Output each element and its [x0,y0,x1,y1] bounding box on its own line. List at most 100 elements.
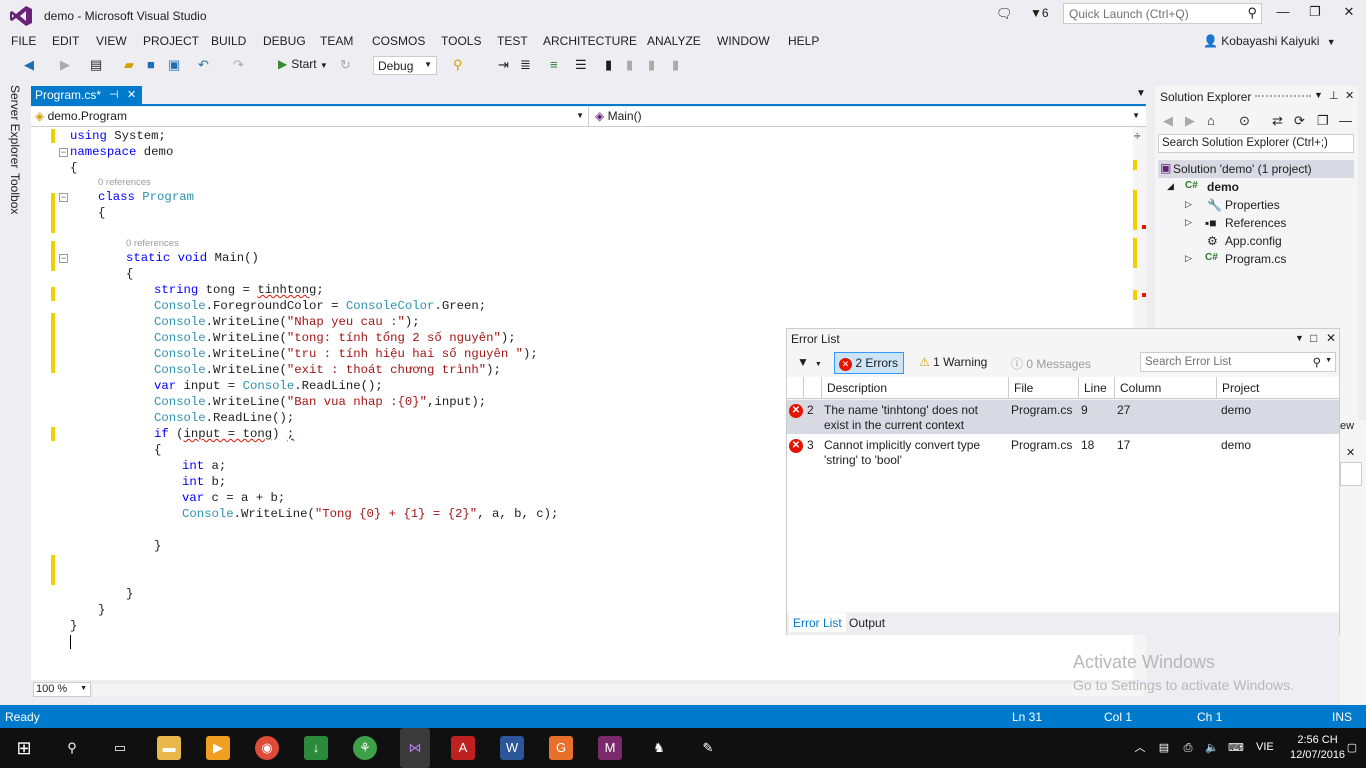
error-search-input[interactable]: Search Error List ⚲ ▼ [1140,352,1336,372]
solution-search-input[interactable]: Search Solution Explorer (Ctrl+;) [1158,134,1354,153]
paint-app-icon[interactable]: ✎ [696,736,720,760]
chevron-down-icon[interactable]: ▼ [1295,333,1304,343]
visual-studio-taskbar-icon[interactable]: ⋈ [400,728,430,768]
next-bookmark-icon[interactable]: ▮ [648,57,655,73]
word-icon[interactable]: W [500,736,524,760]
tree-project-demo[interactable]: demo [1207,180,1239,194]
pin-icon[interactable]: ⊥ [1329,89,1339,102]
close-button[interactable]: ✕ [1334,4,1364,24]
volume-icon[interactable]: 🔈 [1200,736,1224,760]
close-icon[interactable]: ✕ [1346,446,1355,459]
media-player-icon[interactable]: ▶ [206,736,230,760]
redo-icon[interactable]: ↷ [233,57,244,73]
minimize-button[interactable]: — [1268,4,1298,24]
references-codelens[interactable]: 0 references [98,177,151,188]
close-icon[interactable]: ✕ [1345,89,1354,102]
notifications-icon[interactable]: 🗨 [996,6,1013,22]
step-icon[interactable]: ⇥ [498,57,509,73]
open-file-icon[interactable]: ▰ [124,57,134,73]
autocad-icon[interactable]: A [451,736,475,760]
collapse-all-icon[interactable]: ❐ [1317,113,1329,129]
back-icon[interactable]: ◀ [1163,113,1173,129]
chevron-down-icon[interactable]: ▼ [1314,90,1323,100]
collapsed-arrow-icon[interactable]: ▷ [1185,199,1192,210]
undo-icon[interactable]: ↶ [198,57,209,73]
file-explorer-icon[interactable]: ▬ [157,736,181,760]
new-project-icon[interactable]: ▤ [90,57,102,73]
column-column[interactable]: Column [1120,381,1161,395]
save-all-icon[interactable]: ▣ [168,57,180,73]
references-codelens[interactable]: 0 references [126,238,179,249]
menu-view[interactable]: VIEW [96,34,127,48]
tab-output[interactable]: Output [845,616,889,630]
tree-item-references[interactable]: References [1225,216,1286,230]
tab-program-cs[interactable]: Program.cs* ⊣ ✕ [31,86,142,105]
solution-configuration-select[interactable]: Debug ▼ [373,56,437,75]
game-app-icon[interactable]: ♞ [647,736,671,760]
error-row[interactable]: ✕ 3 Cannot implicitly convert type'strin… [787,435,1339,469]
menu-tools[interactable]: TOOLS [441,34,481,48]
search-icon[interactable]: ⚲ [60,736,84,760]
switch-views-icon[interactable]: ⇄ [1272,113,1283,129]
clear-bookmarks-icon[interactable]: ▮ [672,57,679,73]
messages-filter-button[interactable]: ⓘ 0 Messages [1007,352,1095,374]
toolbox-tab[interactable]: Toolbox [8,173,22,214]
chevron-up-icon[interactable]: ︿ [1128,736,1152,760]
orange-app-icon[interactable]: G [549,736,573,760]
menu-cosmos[interactable]: COSMOS [372,34,425,48]
home-icon[interactable]: ⌂ [1207,113,1215,128]
action-center-icon[interactable]: ▢ [1340,736,1364,760]
task-view-icon[interactable]: ▭ [108,736,132,760]
filter-icon[interactable]: ▼ ▼ [793,352,826,374]
menu-debug[interactable]: DEBUG [263,34,306,48]
tab-error-list[interactable]: Error List [789,613,846,632]
forward-icon[interactable]: ▶ [1185,113,1195,129]
printer-icon[interactable]: ⎙ [1176,736,1200,760]
comment-icon[interactable]: ☰ [575,57,587,73]
menu-edit[interactable]: EDIT [52,34,79,48]
save-icon[interactable]: ■ [147,57,155,72]
close-tab-icon[interactable]: ✕ [127,88,136,101]
tree-solution-root[interactable]: Solution 'demo' (1 project) ▣ [1158,160,1354,178]
back-icon[interactable]: ◀ [24,57,34,73]
type-dropdown[interactable]: ◈ demo.Program ▼ [31,107,589,126]
menu-build[interactable]: BUILD [211,34,246,48]
expanded-arrow-icon[interactable]: ◢ [1167,181,1174,192]
error-row[interactable]: ✕ 2 The name 'tinhtong' does not exist in… [787,400,1339,434]
bookmark-icon[interactable]: ▮ [605,57,612,73]
split-icon[interactable]: ÷ [1134,129,1141,143]
maximize-icon[interactable]: □ [1310,331,1317,345]
format-icon[interactable]: ≣ [520,57,531,73]
clock[interactable]: 2:56 CH 12/07/2016 [1290,733,1345,763]
restore-button[interactable]: ❐ [1300,4,1330,24]
collapse-namespace-icon[interactable]: − [59,148,68,157]
errors-filter-button[interactable]: ✕ 2 Errors [834,352,904,374]
idm-icon[interactable]: ↓ [304,736,328,760]
server-explorer-tab[interactable]: Server Explorer [8,85,22,168]
close-icon[interactable]: ✕ [1326,331,1336,345]
start-debugging-button[interactable]: ▶ Start ▼ [278,57,328,71]
green-app-icon[interactable]: ⚘ [353,736,377,760]
menu-test[interactable]: TEST [497,34,528,48]
prev-bookmark-icon[interactable]: ▮ [626,57,633,73]
menu-architecture[interactable]: ARCHITECTURE [543,34,637,48]
magenta-app-icon[interactable]: M [598,736,622,760]
horizontal-scrollbar[interactable] [93,684,1144,696]
column-project[interactable]: Project [1222,381,1259,395]
network-icon[interactable]: ▤ [1152,736,1176,760]
quick-launch-input[interactable]: Quick Launch (Ctrl+Q) ⚲ [1063,3,1262,24]
collapsed-arrow-icon[interactable]: ▷ [1185,253,1192,264]
tree-item-app-config[interactable]: App.config [1225,234,1282,248]
tree-item-properties[interactable]: Properties [1225,198,1280,212]
menu-window[interactable]: WINDOW [717,34,770,48]
member-dropdown[interactable]: ◈ Main() ▼ [591,107,1146,126]
menu-project[interactable]: PROJECT [143,34,199,48]
keyboard-icon[interactable]: ⌨ [1224,736,1248,760]
find-icon[interactable]: ⚲ [453,57,463,73]
user-account[interactable]: 👤 Kobayashi Kaiyuki ▼ [1203,34,1336,48]
menu-analyze[interactable]: ANALYZE [647,34,701,48]
warnings-filter-button[interactable]: ⚠ 1 Warning [915,352,991,374]
tree-item-program-cs[interactable]: Program.cs [1225,252,1286,266]
column-line[interactable]: Line [1084,381,1107,395]
sync-icon[interactable]: ⊙ [1239,113,1250,129]
